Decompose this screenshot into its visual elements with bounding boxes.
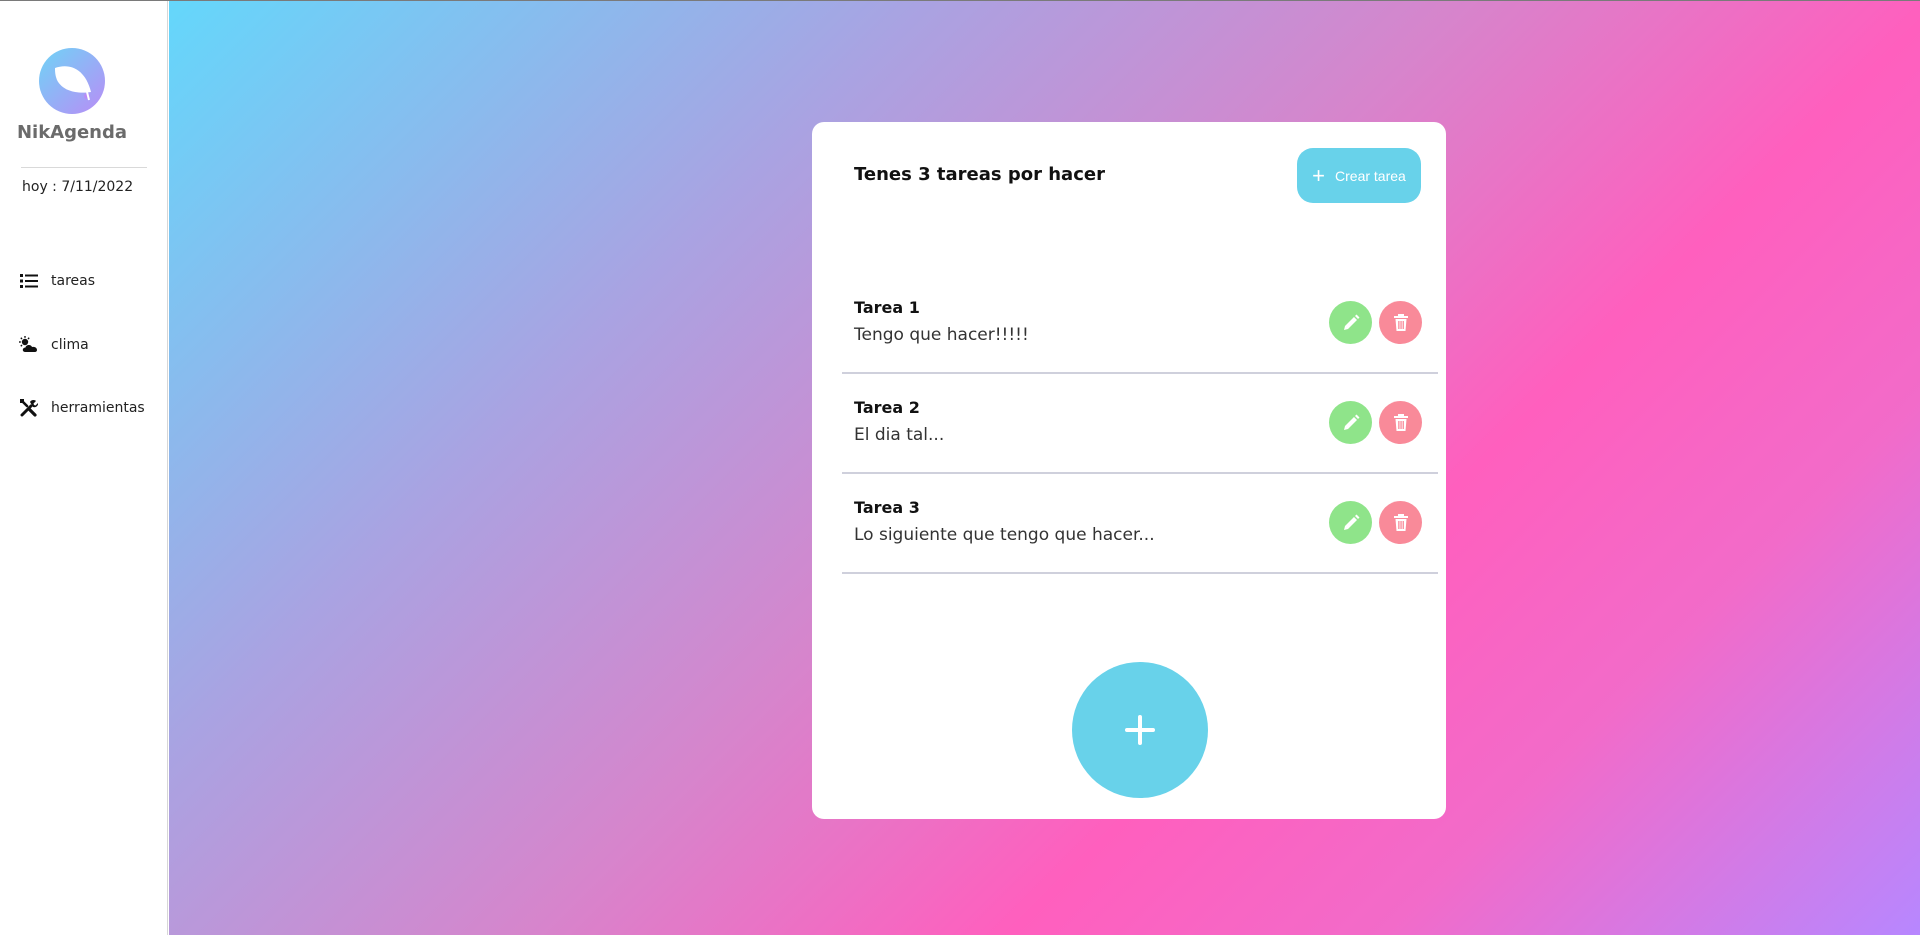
task-description: El dia tal... — [854, 425, 945, 445]
plus-icon — [1125, 715, 1155, 745]
task-description: Lo siguiente que tengo que hacer... — [854, 525, 1155, 545]
cloud-sun-icon — [19, 335, 39, 355]
tasks-card: Tenes 3 tareas por hacer + Crear tarea T… — [812, 122, 1446, 819]
sidebar-item-label: herramientas — [51, 400, 145, 416]
trash-icon — [1393, 313, 1408, 331]
edit-task-button[interactable] — [1329, 401, 1372, 444]
today-date: hoy : 7/11/2022 — [22, 179, 134, 195]
trash-icon — [1393, 513, 1408, 531]
delete-task-button[interactable] — [1379, 501, 1422, 544]
pencil-icon — [1343, 514, 1359, 530]
plus-icon: + — [1312, 162, 1326, 188]
app-name: NikAgenda — [16, 122, 128, 143]
task-title: Tarea 2 — [854, 398, 920, 417]
task-item: Tarea 2 El dia tal... — [842, 374, 1438, 474]
task-title: Tarea 3 — [854, 498, 920, 517]
pencil-icon — [1343, 314, 1359, 330]
sidebar-divider — [21, 167, 147, 168]
sidebar-item-clima[interactable]: clima — [19, 333, 89, 357]
app-logo — [39, 48, 105, 114]
task-item: Tarea 3 Lo siguiente que tengo que hacer… — [842, 474, 1438, 574]
trash-icon — [1393, 413, 1408, 431]
tools-icon — [19, 398, 39, 418]
sidebar-item-herramientas[interactable]: herramientas — [19, 396, 145, 420]
create-task-button[interactable]: + Crear tarea — [1297, 148, 1421, 203]
sidebar-item-label: tareas — [51, 273, 96, 289]
delete-task-button[interactable] — [1379, 301, 1422, 344]
create-task-label: Crear tarea — [1335, 167, 1406, 184]
edit-task-button[interactable] — [1329, 301, 1372, 344]
sidebar: NikAgenda hoy : 7/11/2022 tareas clima h… — [0, 1, 168, 935]
sidebar-item-label: clima — [51, 337, 89, 353]
sidebar-item-tareas[interactable]: tareas — [19, 269, 95, 293]
task-item: Tarea 1 Tengo que hacer!!!!! — [842, 274, 1438, 374]
main-area: Tenes 3 tareas por hacer + Crear tarea T… — [169, 1, 1920, 935]
window-top-border — [0, 0, 1920, 1]
tasks-summary-title: Tenes 3 tareas por hacer — [854, 164, 1105, 185]
task-title: Tarea 1 — [854, 298, 920, 317]
delete-task-button[interactable] — [1379, 401, 1422, 444]
leaf-logo-icon — [55, 66, 91, 101]
list-icon — [19, 271, 39, 291]
add-task-fab[interactable] — [1072, 662, 1208, 798]
pencil-icon — [1343, 414, 1359, 430]
task-description: Tengo que hacer!!!!! — [854, 325, 1029, 345]
edit-task-button[interactable] — [1329, 501, 1372, 544]
